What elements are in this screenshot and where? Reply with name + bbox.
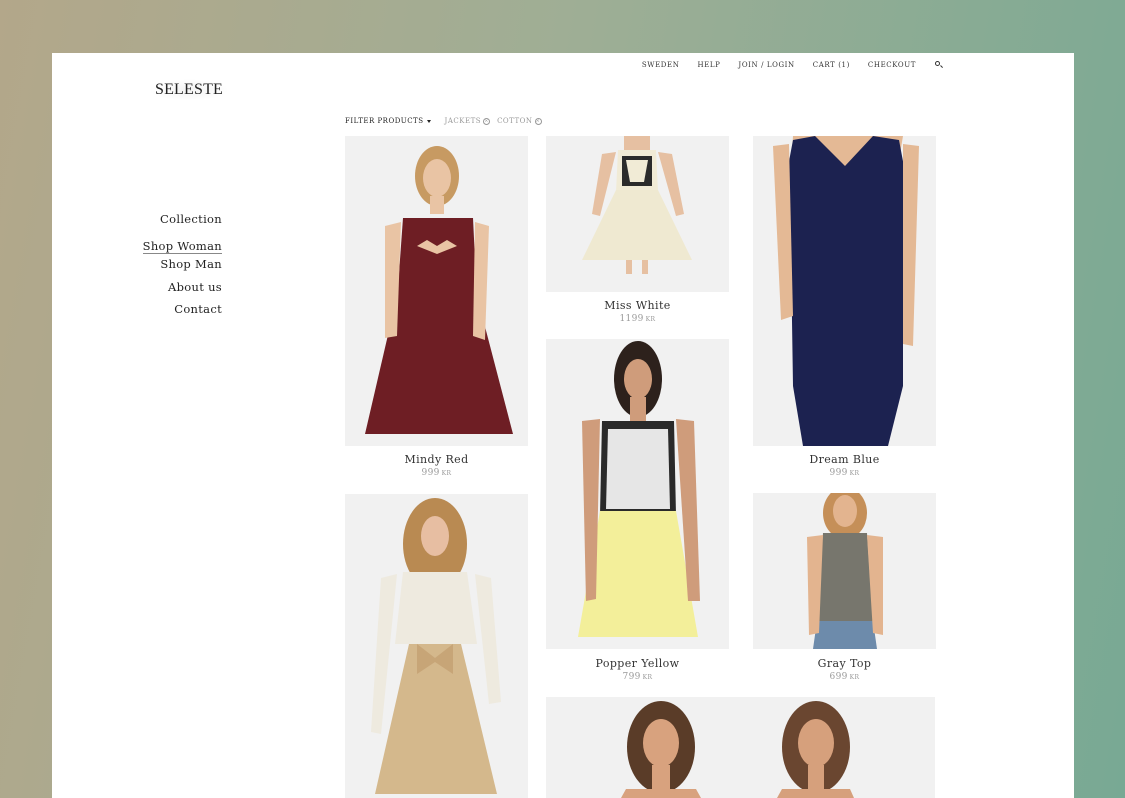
product-name[interactable]: Popper Yellow bbox=[546, 657, 729, 670]
product-image[interactable] bbox=[546, 136, 729, 292]
product-price: 1199 KR bbox=[546, 314, 729, 324]
product-price-currency: KR bbox=[849, 470, 860, 477]
product-card-swimwear[interactable] bbox=[546, 697, 935, 798]
filter-chip-label: COTTON bbox=[497, 117, 533, 125]
product-price-currency: KR bbox=[642, 674, 653, 681]
product-price: 999 KR bbox=[345, 468, 528, 478]
product-price-value: 699 bbox=[829, 672, 848, 682]
topnav-checkout[interactable]: CHECKOUT bbox=[868, 61, 916, 69]
product-image[interactable] bbox=[753, 136, 936, 446]
browser-page: SWEDEN HELP JOIN / LOGIN CART (1) CHECKO… bbox=[52, 53, 1074, 798]
close-circle-icon[interactable]: × bbox=[534, 117, 542, 125]
product-price-currency: KR bbox=[849, 674, 860, 681]
product-image[interactable] bbox=[546, 339, 729, 649]
filter-products-label: FILTER PRODUCTS bbox=[345, 117, 424, 125]
product-name[interactable]: Miss White bbox=[546, 299, 729, 312]
side-navigation: Collection Shop Woman Shop Man About us … bbox=[142, 212, 222, 325]
sidenav-shop-man[interactable]: Shop Man bbox=[143, 257, 222, 271]
filter-chip-cotton[interactable]: COTTON × bbox=[497, 117, 542, 125]
site-logo[interactable]: SELESTE bbox=[149, 79, 229, 101]
product-price: 699 KR bbox=[753, 672, 936, 682]
sidenav-collection[interactable]: Collection bbox=[143, 212, 222, 226]
product-image[interactable] bbox=[345, 136, 528, 446]
product-price-value: 1199 bbox=[619, 314, 644, 324]
sidenav-contact[interactable]: Contact bbox=[143, 302, 222, 316]
product-image[interactable] bbox=[345, 494, 528, 798]
product-card-cream-bow[interactable] bbox=[345, 494, 528, 798]
product-name[interactable]: Dream Blue bbox=[753, 453, 936, 466]
topnav-help[interactable]: HELP bbox=[697, 61, 720, 69]
sidenav-shop-woman[interactable]: Shop Woman bbox=[142, 239, 222, 254]
filter-chip-label: JACKETS bbox=[444, 117, 482, 125]
product-card-gray-top[interactable]: Gray Top 699 KR bbox=[753, 493, 936, 683]
topnav-sweden[interactable]: SWEDEN bbox=[642, 61, 680, 69]
topnav-cart[interactable]: CART (1) bbox=[813, 61, 850, 69]
topnav-join-login[interactable]: JOIN / LOGIN bbox=[738, 61, 794, 69]
product-price: 999 KR bbox=[753, 468, 936, 478]
product-card-miss-white[interactable]: Miss White 1199 KR bbox=[546, 136, 729, 331]
filter-bar: FILTER PRODUCTS JACKETS × COTTON × bbox=[345, 117, 542, 125]
product-image[interactable] bbox=[546, 697, 935, 798]
filter-chip-jackets[interactable]: JACKETS × bbox=[445, 117, 491, 125]
top-navigation: SWEDEN HELP JOIN / LOGIN CART (1) CHECKO… bbox=[624, 60, 944, 70]
product-price-currency: KR bbox=[441, 470, 452, 477]
filter-products-dropdown[interactable]: FILTER PRODUCTS bbox=[345, 117, 431, 125]
close-circle-icon[interactable]: × bbox=[483, 117, 491, 125]
logo-text: SELESTE bbox=[154, 81, 224, 98]
search-icon[interactable] bbox=[934, 60, 944, 70]
product-name[interactable]: Gray Top bbox=[753, 657, 936, 670]
product-price: 799 KR bbox=[546, 672, 729, 682]
product-price-value: 999 bbox=[829, 468, 848, 478]
product-card-mindy-red[interactable]: Mindy Red 999 KR bbox=[345, 136, 528, 486]
sidenav-about-us[interactable]: About us bbox=[143, 280, 222, 294]
product-image[interactable] bbox=[753, 493, 936, 649]
product-name[interactable]: Mindy Red bbox=[345, 453, 528, 466]
product-card-dream-blue[interactable]: Dream Blue 999 KR bbox=[753, 136, 936, 486]
product-price-value: 999 bbox=[421, 468, 440, 478]
product-price-currency: KR bbox=[645, 316, 656, 323]
chevron-down-icon bbox=[426, 119, 431, 123]
product-card-popper-yellow[interactable]: Popper Yellow 799 KR bbox=[546, 339, 729, 684]
product-price-value: 799 bbox=[622, 672, 641, 682]
